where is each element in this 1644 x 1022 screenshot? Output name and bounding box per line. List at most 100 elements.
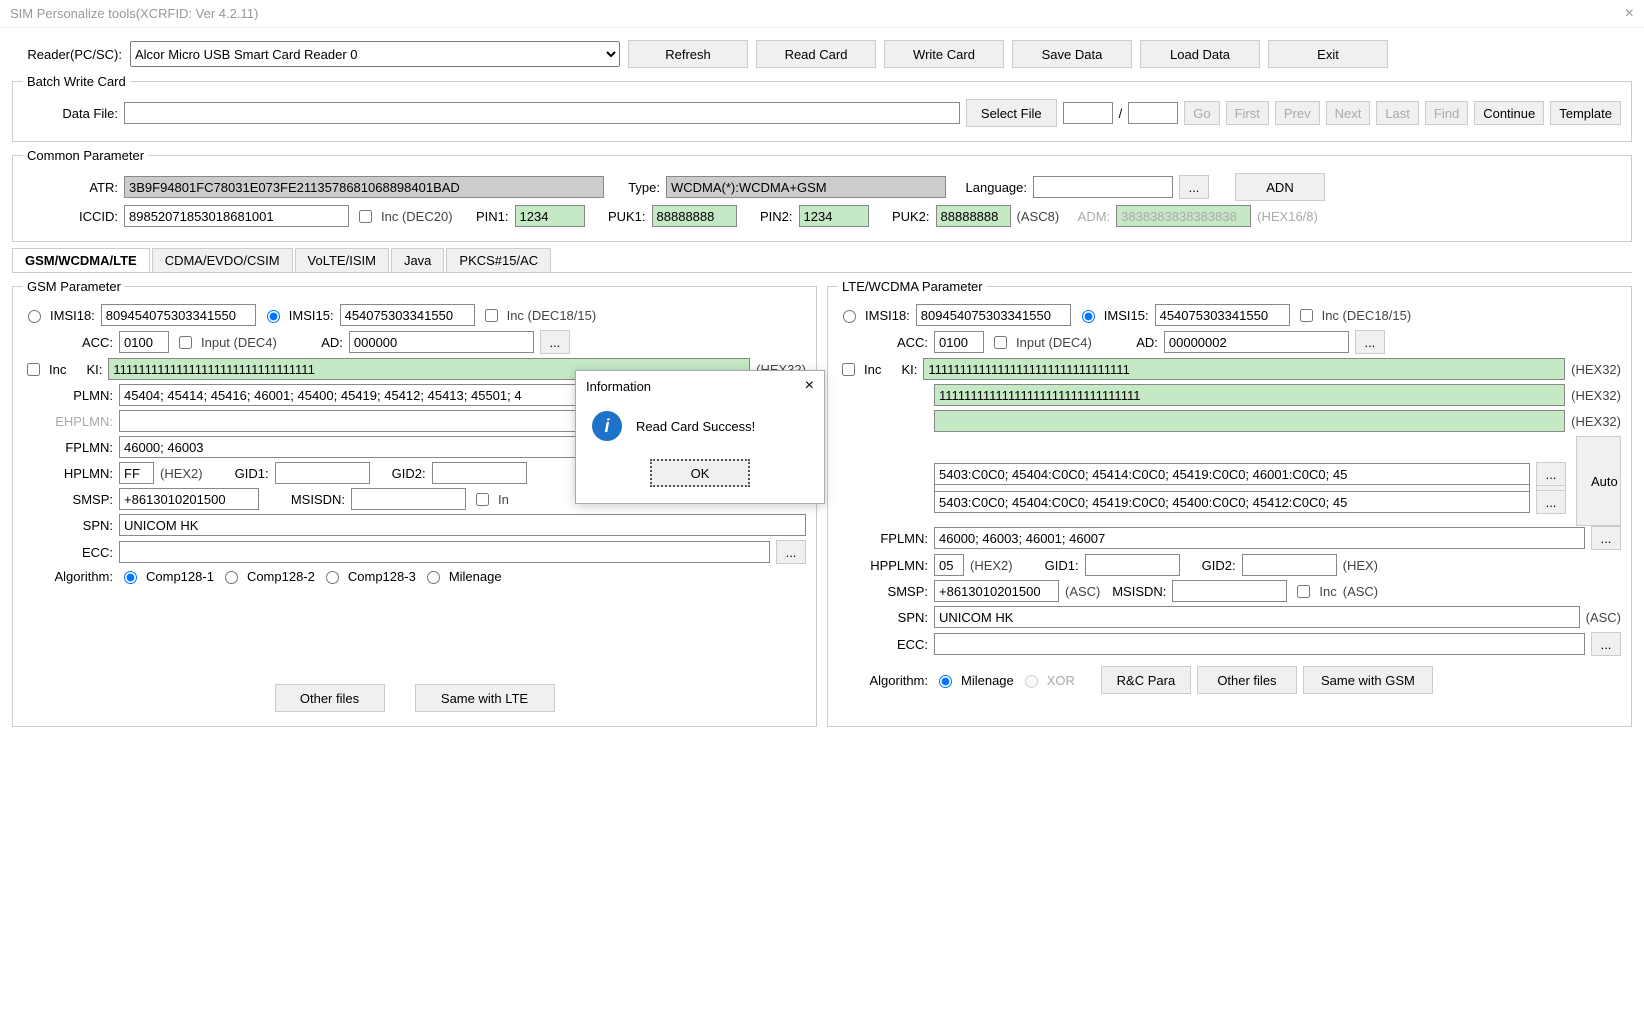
puk2-input[interactable] [936,205,1011,227]
lte-ki-input[interactable] [923,358,1565,380]
lte-imsi18-radio[interactable] [843,310,856,323]
lte-auto-button[interactable]: Auto [1576,436,1621,526]
lte-imsi15-input[interactable] [1155,304,1290,326]
adn-button[interactable]: ADN [1235,173,1325,201]
gsm-ad-input[interactable] [349,331,534,353]
lte-oplmn2-input[interactable] [934,491,1530,513]
lte-msisdn-inc-check[interactable] [1297,585,1310,598]
gsm-algo2-radio[interactable] [225,571,238,584]
gsm-imsi15-input[interactable] [340,304,475,326]
lte-same-gsm-button[interactable]: Same with GSM [1303,666,1433,694]
prev-button[interactable]: Prev [1275,101,1320,125]
lte-smsp-input[interactable] [934,580,1059,602]
dialog-ok-button[interactable]: OK [650,459,750,487]
lte-ki-label: KI: [887,362,917,377]
gsm-imsi18-input[interactable] [101,304,256,326]
lte-oplmn2-ellipsis[interactable]: ... [1536,490,1566,514]
lte-gid1-label: GID1: [1019,558,1079,573]
gsm-same-lte-button[interactable]: Same with LTE [415,684,555,712]
lte-spn-input[interactable] [934,606,1580,628]
gsm-algo1-radio[interactable] [124,571,137,584]
lte-hpplmn-input[interactable] [934,554,964,576]
next-button[interactable]: Next [1326,101,1371,125]
gsm-algo4-radio[interactable] [427,571,440,584]
pin1-input[interactable] [515,205,585,227]
gsm-imsi18-radio[interactable] [28,310,41,323]
lte-gid2-input[interactable] [1242,554,1337,576]
lte-ki-inc-check[interactable] [842,363,855,376]
lte-imsi-inc-check[interactable] [1300,309,1313,322]
tab-cdma[interactable]: CDMA/EVDO/CSIM [152,248,293,272]
puk1-input[interactable] [652,205,737,227]
lte-opc2-input[interactable] [934,410,1565,432]
window-close-icon[interactable]: × [1625,0,1634,28]
lte-opc-input[interactable] [934,384,1565,406]
tab-gsm[interactable]: GSM/WCDMA/LTE [12,248,150,272]
gsm-input-dec4-check[interactable] [179,336,192,349]
gsm-other-files-button[interactable]: Other files [275,684,385,712]
lte-imsi15-radio[interactable] [1082,310,1095,323]
lte-oplmn1-input[interactable] [934,463,1530,485]
gsm-gid1-input[interactable] [275,462,370,484]
template-button[interactable]: Template [1550,101,1621,125]
lte-smsp-label: SMSP: [838,584,928,599]
find-button[interactable]: Find [1425,101,1468,125]
write-card-button[interactable]: Write Card [884,40,1004,68]
iccid-input[interactable] [124,205,349,227]
save-data-button[interactable]: Save Data [1012,40,1132,68]
lte-imsi18-input[interactable] [916,304,1071,326]
select-file-button[interactable]: Select File [966,99,1057,127]
tab-java[interactable]: Java [391,248,444,272]
batch-count2[interactable] [1128,102,1178,124]
go-button[interactable]: Go [1184,101,1219,125]
lte-algo1-radio[interactable] [939,675,952,688]
lte-other-files-button[interactable]: Other files [1197,666,1297,694]
gsm-msisdn-inc-check[interactable] [476,493,489,506]
lte-msisdn-input[interactable] [1172,580,1287,602]
language-ellipsis-button[interactable]: ... [1179,175,1209,199]
read-card-button[interactable]: Read Card [756,40,876,68]
gsm-algo3-radio[interactable] [326,571,339,584]
gsm-gid2-input[interactable] [432,462,527,484]
tab-pkcs[interactable]: PKCS#15/AC [446,248,551,272]
pin2-input[interactable] [799,205,869,227]
batch-count1[interactable] [1063,102,1113,124]
gsm-ecc-input[interactable] [119,541,770,563]
gsm-hplmn-input[interactable] [119,462,154,484]
lte-acc-input[interactable] [934,331,984,353]
lte-oplmn1-ellipsis[interactable]: ... [1536,462,1566,486]
gsm-imsi-inc-check[interactable] [485,309,498,322]
lte-fplmn-input[interactable] [934,527,1585,549]
gsm-ad-ellipsis[interactable]: ... [540,330,570,354]
lte-ad-ellipsis[interactable]: ... [1355,330,1385,354]
data-file-input[interactable] [124,102,960,124]
reader-select[interactable]: Alcor Micro USB Smart Card Reader 0 [130,41,620,67]
tab-volte[interactable]: VoLTE/ISIM [295,248,389,272]
lte-ecc-input[interactable] [934,633,1585,655]
atr-input[interactable] [124,176,604,198]
refresh-button[interactable]: Refresh [628,40,748,68]
lte-fplmn-ellipsis[interactable]: ... [1591,526,1621,550]
lte-gid1-input[interactable] [1085,554,1180,576]
last-button[interactable]: Last [1376,101,1419,125]
gsm-ecc-ellipsis[interactable]: ... [776,540,806,564]
lte-ecc-ellipsis[interactable]: ... [1591,632,1621,656]
load-data-button[interactable]: Load Data [1140,40,1260,68]
type-input[interactable] [666,176,946,198]
first-button[interactable]: First [1226,101,1269,125]
gsm-imsi15-radio[interactable] [267,310,280,323]
exit-button[interactable]: Exit [1268,40,1388,68]
gsm-msisdn-input[interactable] [351,488,466,510]
gsm-smsp-input[interactable] [119,488,259,510]
adm-input[interactable] [1116,205,1251,227]
language-input[interactable] [1033,176,1173,198]
lte-ad-input[interactable] [1164,331,1349,353]
dialog-close-icon[interactable]: × [805,377,814,395]
lte-input-dec4-check[interactable] [994,336,1007,349]
gsm-ki-inc-check[interactable] [27,363,40,376]
gsm-acc-input[interactable] [119,331,169,353]
iccid-inc-check[interactable] [359,210,372,223]
gsm-spn-input[interactable] [119,514,806,536]
lte-rc-para-button[interactable]: R&C Para [1101,666,1191,694]
continue-button[interactable]: Continue [1474,101,1544,125]
